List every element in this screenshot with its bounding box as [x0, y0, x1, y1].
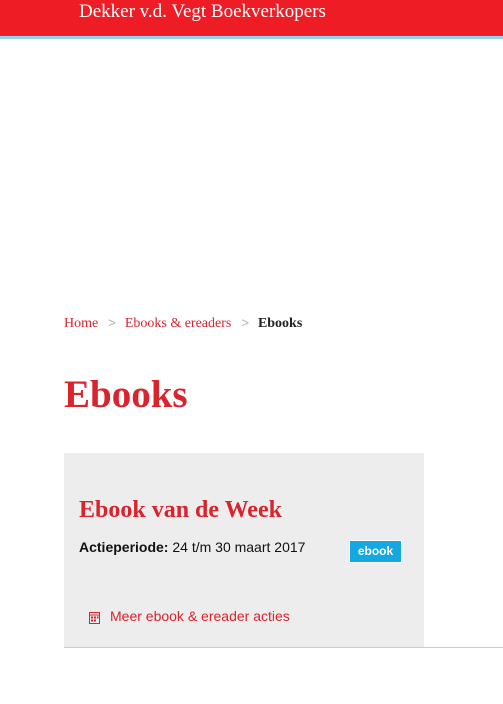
breadcrumb-home[interactable]: Home [64, 316, 98, 331]
breadcrumb-current: Ebooks [257, 316, 303, 331]
more-actions-link[interactable]: Meer ebook & ereader acties [89, 608, 290, 625]
site-header: Dekker v.d. Vegt Boekverkopers [0, 0, 503, 36]
section-divider [64, 647, 503, 648]
calendar-icon [89, 611, 100, 624]
ebook-badge[interactable]: ebook [349, 540, 402, 563]
period-label: Actieperiode: [79, 539, 169, 555]
breadcrumb: Home > Ebooks & ereaders > Ebooks [64, 314, 302, 333]
more-actions-label: Meer ebook & ereader acties [110, 608, 290, 624]
breadcrumb-ebooks-ereaders[interactable]: Ebooks & ereaders [125, 316, 232, 331]
action-period: Actieperiode: 24 t/m 30 maart 2017 [79, 539, 305, 556]
page-title: Ebooks [64, 373, 188, 416]
site-title-link[interactable]: Dekker v.d. Vegt Boekverkopers [79, 1, 326, 23]
breadcrumb-separator: > [108, 315, 116, 330]
promo-card: Ebook van de Week Actieperiode: 24 t/m 3… [64, 453, 424, 647]
card-title[interactable]: Ebook van de Week [79, 496, 282, 524]
breadcrumb-separator: > [241, 315, 249, 330]
period-value: 24 t/m 30 maart 2017 [168, 539, 306, 555]
header-divider [0, 36, 503, 39]
